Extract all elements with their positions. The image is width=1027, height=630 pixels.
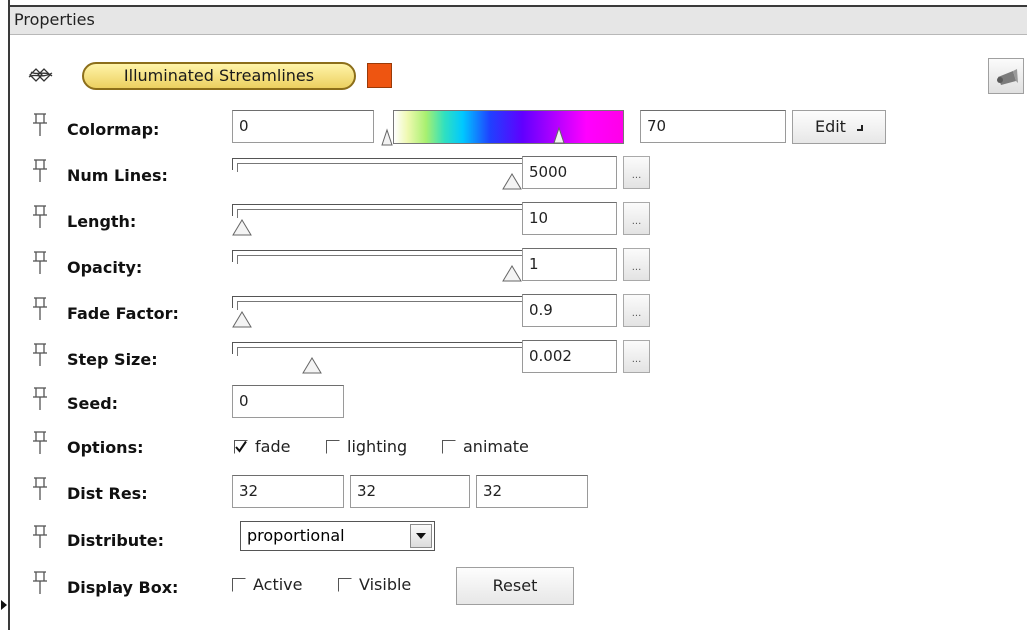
display-box-visible-checkbox[interactable] bbox=[338, 578, 352, 592]
slider-thumb[interactable] bbox=[502, 264, 522, 282]
colormap-label: Colormap: bbox=[67, 120, 160, 139]
display-box-visible-label: Visible bbox=[359, 575, 412, 594]
module-name-badge[interactable]: Illuminated Streamlines bbox=[82, 62, 356, 90]
camera-button[interactable] bbox=[988, 58, 1024, 94]
slider-thumb[interactable] bbox=[232, 218, 252, 236]
pin-icon[interactable] bbox=[30, 112, 50, 140]
animate-option-label: animate bbox=[463, 437, 529, 456]
pin-icon[interactable] bbox=[30, 524, 50, 552]
dropdown-indicator-icon bbox=[857, 125, 864, 131]
dropdown-arrow-icon[interactable] bbox=[410, 524, 432, 548]
distribute-select[interactable]: proportional bbox=[240, 521, 435, 551]
module-color-swatch[interactable] bbox=[367, 63, 392, 88]
distribute-selected-value: proportional bbox=[247, 526, 345, 545]
dist-res-z-field[interactable]: 32 bbox=[476, 475, 588, 508]
distribute-label: Distribute: bbox=[67, 531, 165, 550]
lighting-option-label: lighting bbox=[347, 437, 408, 456]
num-lines-more-button[interactable]: ... bbox=[623, 156, 650, 189]
fade-checkbox[interactable] bbox=[234, 440, 248, 454]
dist-res-y-field[interactable]: 32 bbox=[350, 475, 470, 508]
properties-panel: Properties Illuminated Streamlines Color… bbox=[8, 0, 1027, 630]
fade-option-label: fade bbox=[255, 437, 291, 456]
pin-icon[interactable] bbox=[30, 570, 50, 598]
pin-icon[interactable] bbox=[30, 158, 50, 186]
resize-handle-icon[interactable] bbox=[0, 598, 8, 612]
lighting-checkbox[interactable] bbox=[326, 440, 340, 454]
pin-icon[interactable] bbox=[30, 250, 50, 278]
animate-checkbox[interactable] bbox=[442, 440, 456, 454]
opacity-more-button[interactable]: ... bbox=[623, 248, 650, 281]
options-label: Options: bbox=[67, 438, 144, 457]
slider-thumb[interactable] bbox=[302, 356, 322, 374]
num-lines-label: Num Lines: bbox=[67, 166, 168, 185]
colormap-bar[interactable] bbox=[380, 108, 630, 148]
step-size-slider[interactable] bbox=[232, 342, 522, 378]
pin-icon[interactable] bbox=[30, 386, 50, 414]
colormap-min-field[interactable]: 0 bbox=[232, 110, 374, 143]
num-lines-field[interactable]: 5000 bbox=[522, 156, 617, 189]
panel-title: Properties bbox=[10, 5, 1027, 35]
dist-res-label: Dist Res: bbox=[67, 484, 148, 503]
length-slider[interactable] bbox=[232, 204, 522, 240]
seed-field[interactable]: 0 bbox=[232, 385, 344, 418]
fade-factor-label: Fade Factor: bbox=[67, 304, 179, 323]
pin-icon[interactable] bbox=[30, 296, 50, 324]
slider-thumb[interactable] bbox=[232, 310, 252, 328]
streamlines-module-icon bbox=[28, 68, 53, 82]
pin-icon[interactable] bbox=[30, 476, 50, 504]
colormap-max-field[interactable]: 70 bbox=[640, 110, 786, 143]
opacity-label: Opacity: bbox=[67, 258, 143, 277]
fade-factor-more-button[interactable]: ... bbox=[623, 294, 650, 327]
num-lines-slider[interactable] bbox=[232, 158, 522, 194]
display-box-active-checkbox[interactable] bbox=[232, 578, 246, 592]
length-label: Length: bbox=[67, 212, 137, 231]
colormap-edit-button[interactable]: Edit bbox=[792, 110, 886, 144]
colormap-min-marker[interactable] bbox=[380, 126, 394, 146]
reset-button[interactable]: Reset bbox=[456, 567, 574, 605]
pin-icon[interactable] bbox=[30, 204, 50, 232]
step-size-more-button[interactable]: ... bbox=[623, 340, 650, 373]
fade-factor-field[interactable]: 0.9 bbox=[522, 294, 617, 327]
step-size-field[interactable]: 0.002 bbox=[522, 340, 617, 373]
edit-button-label: Edit bbox=[814, 117, 846, 136]
length-more-button[interactable]: ... bbox=[623, 202, 650, 235]
display-box-label: Display Box: bbox=[67, 578, 179, 597]
length-field[interactable]: 10 bbox=[522, 202, 617, 235]
camera-icon bbox=[997, 69, 1018, 85]
display-box-active-label: Active bbox=[253, 575, 303, 594]
pin-icon[interactable] bbox=[30, 430, 50, 458]
slider-thumb[interactable] bbox=[502, 172, 522, 190]
step-size-label: Step Size: bbox=[67, 350, 158, 369]
seed-label: Seed: bbox=[67, 394, 119, 413]
pin-icon[interactable] bbox=[30, 342, 50, 370]
fade-factor-slider[interactable] bbox=[232, 296, 522, 332]
opacity-slider[interactable] bbox=[232, 250, 522, 286]
opacity-field[interactable]: 1 bbox=[522, 248, 617, 281]
dist-res-x-field[interactable]: 32 bbox=[232, 475, 344, 508]
colormap-max-marker[interactable] bbox=[552, 124, 566, 144]
